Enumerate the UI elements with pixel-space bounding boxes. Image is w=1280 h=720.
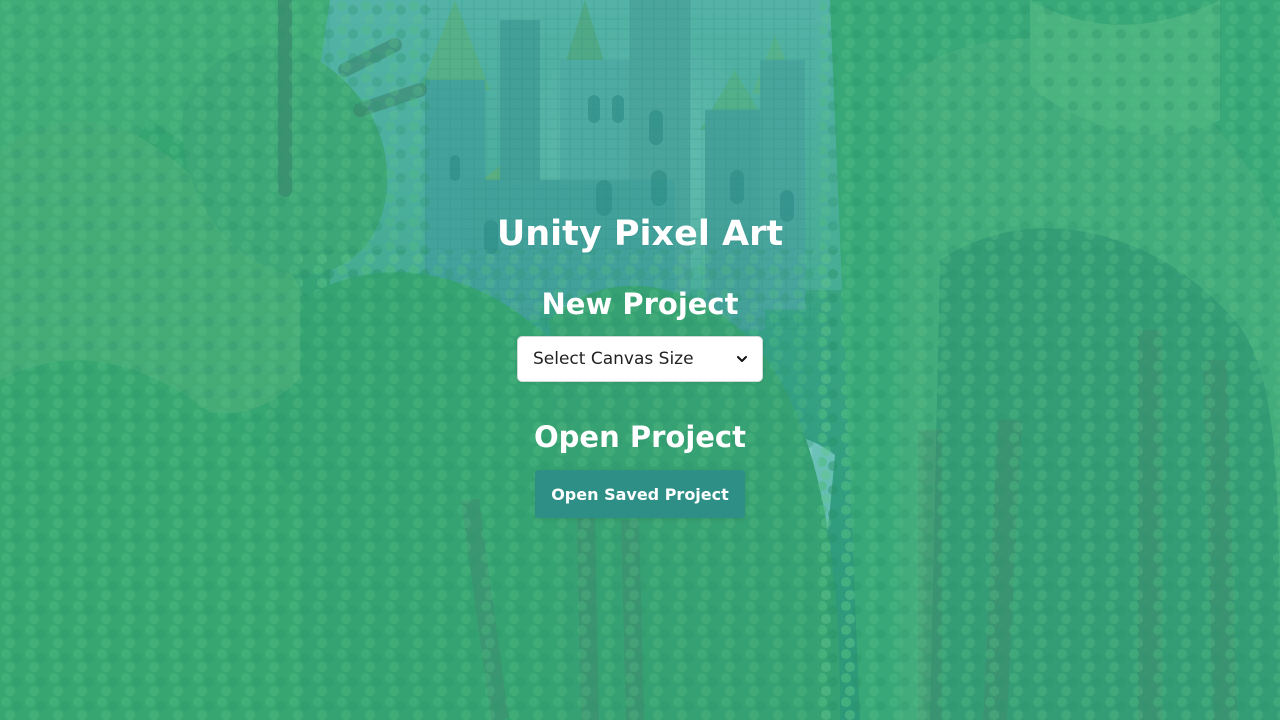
project-start-panel: Unity Pixel Art New Project Select Canva… <box>390 204 890 534</box>
left-forest <box>0 0 430 720</box>
open-saved-project-button[interactable]: Open Saved Project <box>535 470 745 518</box>
pixel-art-start-screen: Unity Pixel Art New Project Select Canva… <box>0 0 1280 720</box>
new-project-heading: New Project <box>541 287 739 321</box>
canvas-size-select[interactable]: Select Canvas Size <box>517 336 763 382</box>
open-project-heading: Open Project <box>534 420 746 454</box>
chevron-down-icon <box>737 356 747 362</box>
app-title: Unity Pixel Art <box>496 214 784 254</box>
canvas-size-selected-value: Select Canvas Size <box>533 349 694 369</box>
